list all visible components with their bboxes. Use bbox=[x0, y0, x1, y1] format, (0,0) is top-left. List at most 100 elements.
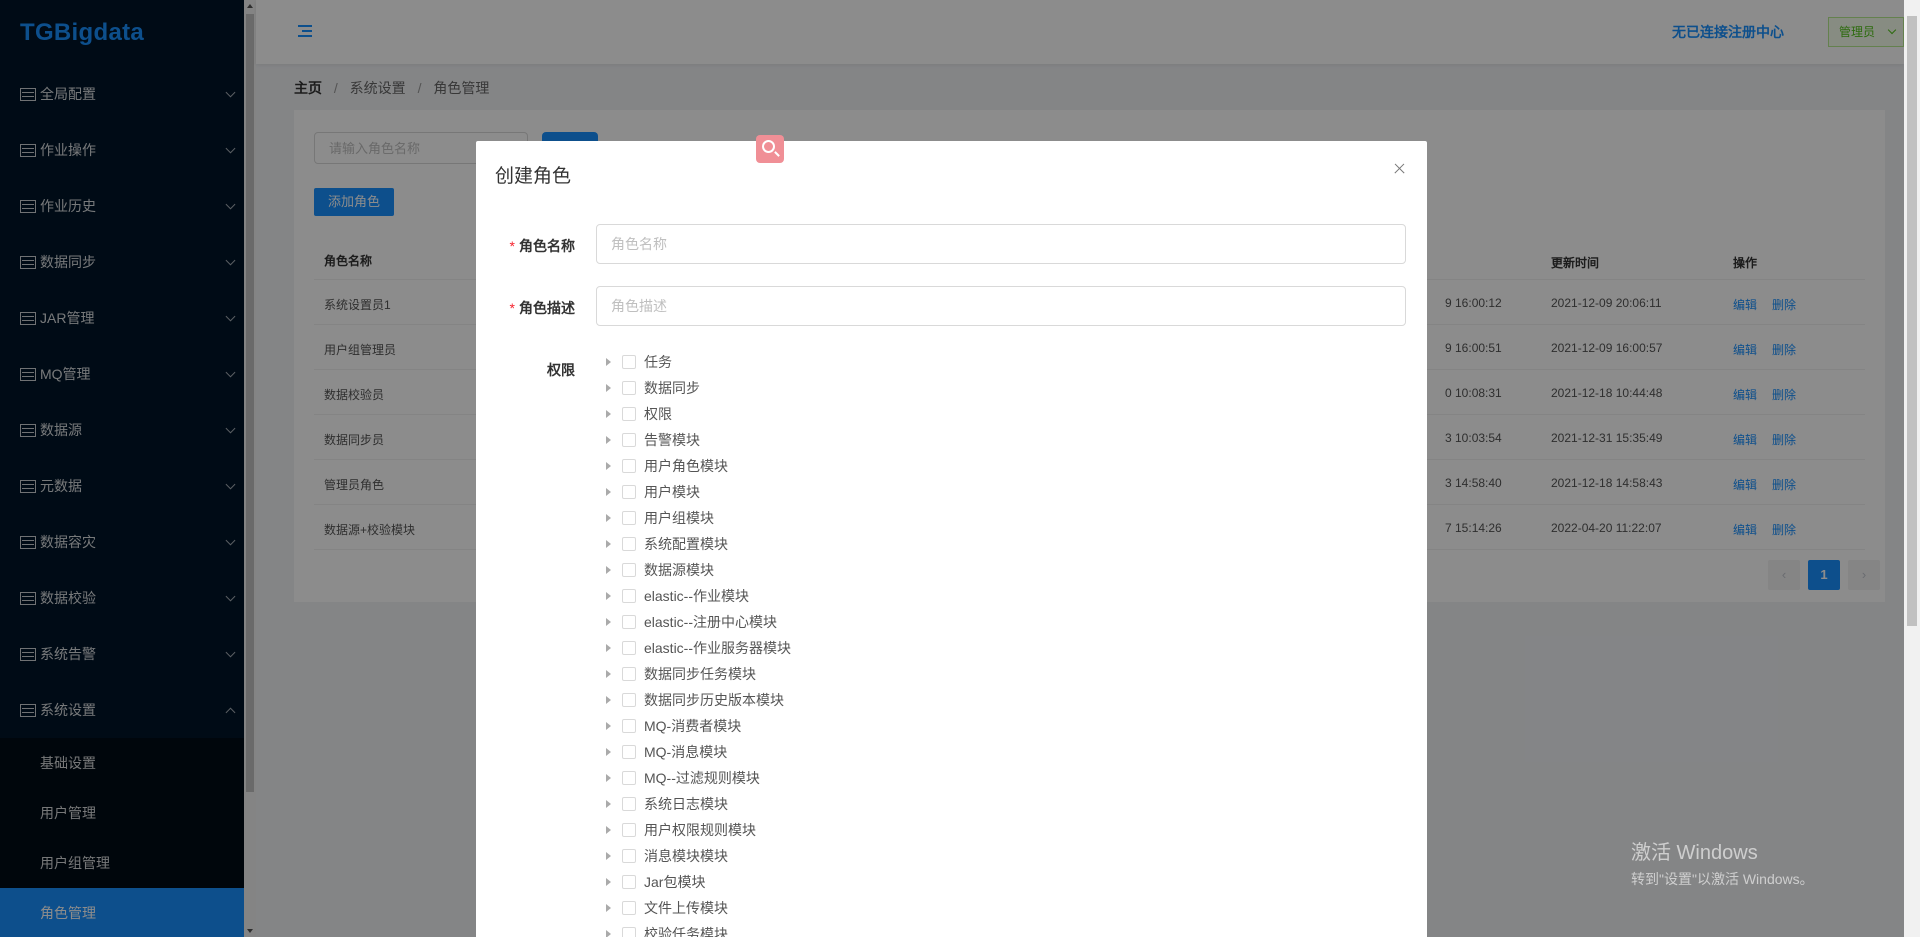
permission-label: 系统配置模块 bbox=[644, 536, 728, 552]
caret-right-icon[interactable] bbox=[606, 410, 611, 418]
caret-right-icon[interactable] bbox=[606, 644, 611, 652]
role-description-input[interactable] bbox=[596, 286, 1406, 326]
permission-tree-node: 权限 bbox=[604, 401, 791, 427]
windows-activation-title: 激活 Windows bbox=[1631, 842, 1758, 864]
permission-checkbox[interactable] bbox=[622, 901, 636, 915]
permission-checkbox[interactable] bbox=[622, 485, 636, 499]
permission-label: 用户模块 bbox=[644, 484, 700, 500]
permission-tree-node: 用户模块 bbox=[604, 479, 791, 505]
caret-right-icon[interactable] bbox=[606, 618, 611, 626]
permission-label: 数据同步任务模块 bbox=[644, 666, 756, 682]
permission-tree-node: 告警模块 bbox=[604, 427, 791, 453]
permission-checkbox[interactable] bbox=[622, 563, 636, 577]
permission-tree-node: elastic--作业服务器模块 bbox=[604, 635, 791, 661]
permission-tree-node: 任务 bbox=[604, 349, 791, 375]
caret-right-icon[interactable] bbox=[606, 878, 611, 886]
caret-right-icon[interactable] bbox=[606, 696, 611, 704]
permission-checkbox[interactable] bbox=[622, 927, 636, 937]
permission-tree-node: 数据同步历史版本模块 bbox=[604, 687, 791, 713]
caret-right-icon[interactable] bbox=[606, 566, 611, 574]
caret-right-icon[interactable] bbox=[606, 722, 611, 730]
permission-label: MQ-消息模块 bbox=[644, 744, 728, 760]
permission-label: 消息模块模块 bbox=[644, 848, 728, 864]
caret-right-icon[interactable] bbox=[606, 592, 611, 600]
permission-tree-node: 校验任务模块 bbox=[604, 921, 791, 937]
permission-tree-node: 系统日志模块 bbox=[604, 791, 791, 817]
caret-right-icon[interactable] bbox=[606, 488, 611, 496]
caret-right-icon[interactable] bbox=[606, 852, 611, 860]
permission-checkbox[interactable] bbox=[622, 433, 636, 447]
permission-checkbox[interactable] bbox=[622, 693, 636, 707]
permission-tree-node: MQ-消息模块 bbox=[604, 739, 791, 765]
create-role-modal: 创建角色 *角色名称 *角色描述 权限 任务数据同步权限告警模块用户角色模块用户… bbox=[476, 141, 1427, 937]
permission-tree-node: 用户权限规则模块 bbox=[604, 817, 791, 843]
permission-checkbox[interactable] bbox=[622, 849, 636, 863]
permission-tree-node: Jar包模块 bbox=[604, 869, 791, 895]
permission-tree-node: 用户组模块 bbox=[604, 505, 791, 531]
permission-checkbox[interactable] bbox=[622, 745, 636, 759]
role-name-input[interactable] bbox=[596, 224, 1406, 264]
permission-label: Jar包模块 bbox=[644, 874, 706, 890]
permission-label: MQ-消费者模块 bbox=[644, 718, 742, 734]
permission-checkbox[interactable] bbox=[622, 719, 636, 733]
role-description-label: * 角色描述 bbox=[509, 300, 575, 316]
caret-right-icon[interactable] bbox=[606, 748, 611, 756]
permission-label: 文件上传模块 bbox=[644, 900, 728, 916]
permission-checkbox[interactable] bbox=[622, 667, 636, 681]
permission-checkbox[interactable] bbox=[622, 797, 636, 811]
permission-label: 权限 bbox=[547, 362, 575, 378]
permission-tree-node: 文件上传模块 bbox=[604, 895, 791, 921]
caret-right-icon[interactable] bbox=[606, 774, 611, 782]
caret-right-icon[interactable] bbox=[606, 670, 611, 678]
permission-label: 用户组模块 bbox=[644, 510, 714, 526]
permission-label: 数据同步历史版本模块 bbox=[644, 692, 784, 708]
permission-tree-node: 数据源模块 bbox=[604, 557, 791, 583]
permission-label: 数据同步 bbox=[644, 380, 700, 396]
required-asterisk: * bbox=[509, 300, 515, 316]
caret-right-icon[interactable] bbox=[606, 826, 611, 834]
caret-right-icon[interactable] bbox=[606, 540, 611, 548]
permission-tree-node: 数据同步任务模块 bbox=[604, 661, 791, 687]
permission-checkbox[interactable] bbox=[622, 589, 636, 603]
caret-right-icon[interactable] bbox=[606, 436, 611, 444]
caret-right-icon[interactable] bbox=[606, 930, 611, 937]
permission-checkbox[interactable] bbox=[622, 537, 636, 551]
caret-right-icon[interactable] bbox=[606, 904, 611, 912]
close-icon[interactable] bbox=[1393, 163, 1405, 175]
permission-label: elastic--作业服务器模块 bbox=[644, 640, 792, 656]
permission-tree-node: elastic--注册中心模块 bbox=[604, 609, 791, 635]
permission-label: 用户角色模块 bbox=[644, 458, 728, 474]
permission-checkbox[interactable] bbox=[622, 459, 636, 473]
caret-right-icon[interactable] bbox=[606, 462, 611, 470]
permission-label: MQ--过滤规则模块 bbox=[644, 770, 760, 786]
permission-label: 校验任务模块 bbox=[644, 926, 728, 937]
permission-checkbox[interactable] bbox=[622, 615, 636, 629]
permission-checkbox[interactable] bbox=[622, 641, 636, 655]
permission-label: elastic--注册中心模块 bbox=[644, 614, 778, 630]
permission-tree: 任务数据同步权限告警模块用户角色模块 用户模块用户组模块系统配置模块数据源模块 el… bbox=[604, 349, 791, 937]
caret-right-icon[interactable] bbox=[606, 800, 611, 808]
search-icon[interactable] bbox=[756, 135, 784, 163]
permission-checkbox[interactable] bbox=[622, 771, 636, 785]
permission-label: 系统日志模块 bbox=[644, 796, 728, 812]
permission-label: elastic--作业模块 bbox=[644, 588, 750, 604]
page-scrollbar[interactable] bbox=[1904, 0, 1920, 937]
permission-checkbox[interactable] bbox=[622, 511, 636, 525]
permission-tree-node: 用户角色模块 bbox=[604, 453, 791, 479]
caret-right-icon[interactable] bbox=[606, 358, 611, 366]
permission-checkbox[interactable] bbox=[622, 823, 636, 837]
permission-checkbox[interactable] bbox=[622, 381, 636, 395]
windows-activation-watermark: 激活 Windows 转到"设置"以激活 Windows。 bbox=[1631, 841, 1814, 889]
permission-tree-node: elastic--作业模块 bbox=[604, 583, 791, 609]
permission-checkbox[interactable] bbox=[622, 407, 636, 421]
permission-checkbox[interactable] bbox=[622, 875, 636, 889]
required-asterisk: * bbox=[509, 238, 515, 254]
permission-label: 告警模块 bbox=[644, 432, 700, 448]
page-scroll-thumb[interactable] bbox=[1907, 16, 1917, 626]
caret-right-icon[interactable] bbox=[606, 384, 611, 392]
permission-label: 任务 bbox=[644, 354, 672, 370]
permission-label: 用户权限规则模块 bbox=[644, 822, 756, 838]
caret-right-icon[interactable] bbox=[606, 514, 611, 522]
permission-checkbox[interactable] bbox=[622, 355, 636, 369]
role-name-label: * 角色名称 bbox=[509, 238, 575, 254]
